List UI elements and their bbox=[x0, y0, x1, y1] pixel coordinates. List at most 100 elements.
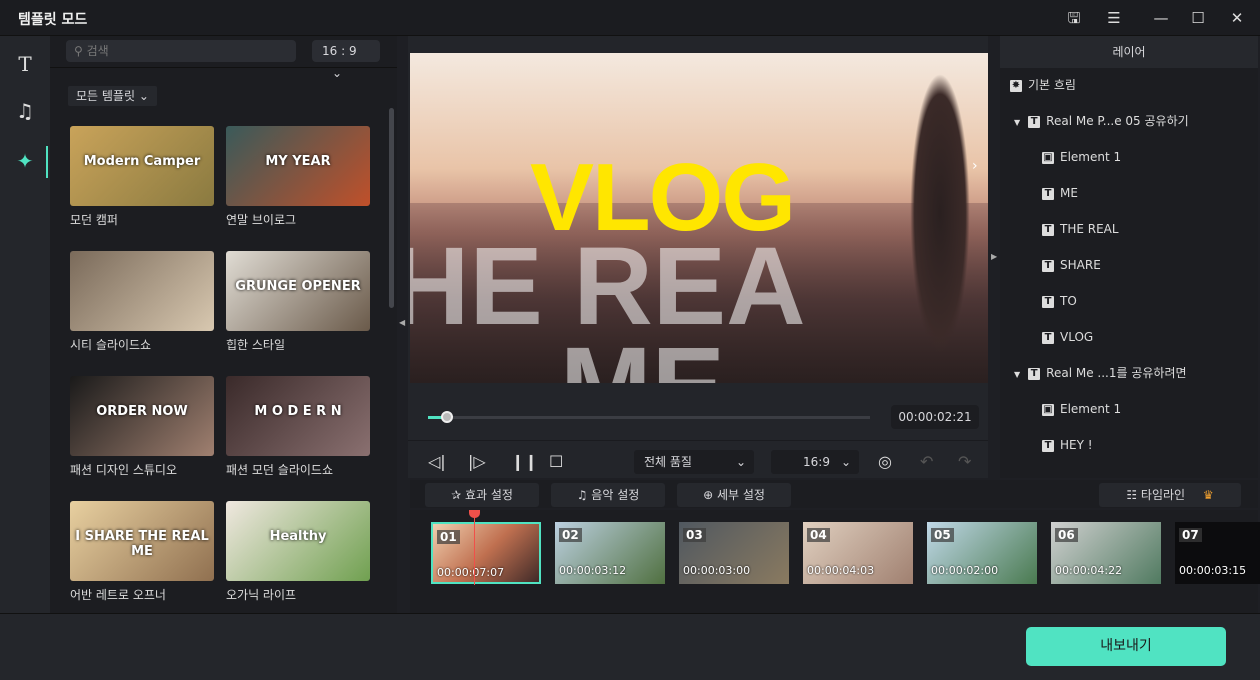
preview-panel: VLOG HE REA ME › 00:00:02:21 ◁| |▷ ❙❙ ☐ … bbox=[408, 36, 988, 478]
clip-thumbnail[interactable]: 07 00:00:03:15 bbox=[1175, 522, 1260, 584]
pause-icon[interactable]: ❙❙ bbox=[511, 452, 538, 471]
list-icon[interactable]: ☰ bbox=[1103, 8, 1125, 28]
detail-settings-button[interactable]: ⊕ 세부 설정 bbox=[677, 483, 791, 507]
redo-icon[interactable]: ↷ bbox=[958, 452, 971, 471]
layer-item[interactable]: ✸ 기본 흐림 bbox=[1010, 75, 1076, 95]
template-label: 오가닉 라이프 bbox=[226, 588, 297, 602]
search-input[interactable]: ⚲ 검색 bbox=[66, 40, 296, 62]
text-layer-icon: T bbox=[1028, 115, 1041, 128]
playhead-handle[interactable] bbox=[469, 510, 480, 518]
active-indicator bbox=[46, 146, 48, 178]
video-preview[interactable]: VLOG HE REA ME › bbox=[410, 53, 988, 383]
clip-thumbnail[interactable]: 03 00:00:03:00 bbox=[679, 522, 789, 584]
music-icon: ♫ bbox=[576, 488, 592, 502]
template-label: 어반 레트로 오프너 bbox=[70, 588, 166, 602]
undo-icon[interactable]: ↶ bbox=[920, 452, 933, 471]
template-card[interactable] bbox=[70, 251, 214, 331]
quality-dropdown[interactable]: 전체 품질 ⌄ bbox=[634, 450, 754, 474]
stop-icon[interactable]: ☐ bbox=[549, 452, 563, 471]
playhead[interactable] bbox=[474, 510, 475, 585]
settings-toolbar: ✰ 효과 설정 ♫ 음악 설정 ⊕ 세부 설정 ☷ 타임라인 ♛ bbox=[410, 480, 1258, 508]
title-bar: 템플릿 모드 🖫 ☰ — ☐ ✕ bbox=[0, 0, 1260, 36]
layer-item[interactable]: ▼ T Real Me P...e 05 공유하기 bbox=[1014, 111, 1189, 131]
template-card[interactable]: MY YEAR bbox=[226, 126, 370, 206]
template-label: 모던 캠퍼 bbox=[70, 213, 118, 227]
ratio-dropdown[interactable]: 16 : 9 ⌄ bbox=[312, 40, 380, 80]
divider bbox=[408, 440, 988, 441]
runner-figure bbox=[910, 73, 970, 353]
aspect-dropdown[interactable]: 16:9 ⌄ bbox=[771, 450, 859, 474]
collapse-right-icon[interactable]: ▶ bbox=[991, 252, 997, 261]
template-label: 패션 디자인 스튜디오 bbox=[70, 463, 177, 477]
export-button[interactable]: 내보내기 bbox=[1026, 627, 1226, 666]
template-card[interactable]: Healthy bbox=[226, 501, 370, 581]
text-layer-icon: T bbox=[1042, 439, 1054, 452]
text-layer-icon: T bbox=[1028, 367, 1041, 380]
template-card[interactable]: GRUNGE OPENER bbox=[226, 251, 370, 331]
expand-arrow-icon[interactable]: ▼ bbox=[1014, 370, 1020, 379]
layer-item[interactable]: T TO bbox=[1042, 291, 1077, 311]
clip-thumbnail[interactable]: 02 00:00:03:12 bbox=[555, 522, 665, 584]
ghost-text-line2: ME bbox=[560, 323, 725, 383]
template-card[interactable]: M O D E R N bbox=[226, 376, 370, 456]
clip-thumbnail[interactable]: 04 00:00:04:03 bbox=[803, 522, 913, 584]
chevron-down-icon: ⌄ bbox=[332, 66, 343, 80]
template-thumb-text: M O D E R N bbox=[254, 404, 342, 419]
timeline-button[interactable]: ☷ 타임라인 ♛ bbox=[1099, 483, 1241, 507]
close-icon[interactable]: ✕ bbox=[1226, 8, 1248, 28]
clip-strip: 01 00:00:07:07 02 00:00:03:12 03 00:00:03:00 0… bbox=[410, 510, 1260, 613]
search-icon: ⚲ bbox=[74, 44, 87, 58]
template-thumb-text: Healthy bbox=[269, 529, 327, 544]
clip-duration: 00:00:07:07 bbox=[437, 566, 505, 579]
progress-slider[interactable] bbox=[428, 411, 870, 423]
effect-layer-icon: ✸ bbox=[1010, 79, 1022, 92]
music-settings-button[interactable]: ♫ 음악 설정 bbox=[551, 483, 665, 507]
clip-thumbnail[interactable]: 06 00:00:04:22 bbox=[1051, 522, 1161, 584]
minimize-icon[interactable]: — bbox=[1150, 8, 1172, 28]
collapse-left-icon[interactable]: ◀ bbox=[399, 318, 405, 327]
template-label: 패션 모던 슬라이드쇼 bbox=[226, 463, 333, 477]
layer-item[interactable]: T SHARE bbox=[1042, 255, 1101, 275]
scrollbar[interactable] bbox=[389, 108, 394, 308]
clip-duration: 00:00:04:22 bbox=[1055, 564, 1123, 577]
clip-duration: 00:00:02:00 bbox=[931, 564, 999, 577]
prev-frame-icon[interactable]: ◁| bbox=[428, 452, 446, 471]
chevron-down-icon: ⌄ bbox=[138, 89, 149, 103]
divider bbox=[50, 67, 397, 68]
layer-item[interactable]: T HEY ! bbox=[1042, 435, 1093, 455]
template-card[interactable]: Modern Camper bbox=[70, 126, 214, 206]
template-icon[interactable]: ✦ bbox=[10, 146, 40, 176]
layer-item[interactable]: ▣ Element 1 bbox=[1042, 147, 1121, 167]
next-frame-icon[interactable]: |▷ bbox=[468, 452, 486, 471]
text-layer-icon: T bbox=[1042, 187, 1054, 200]
music-icon[interactable]: ♫ bbox=[10, 96, 40, 126]
clip-number: 07 bbox=[1179, 528, 1202, 542]
progress-knob[interactable] bbox=[441, 411, 454, 423]
effects-settings-button[interactable]: ✰ 효과 설정 bbox=[425, 483, 539, 507]
effects-icon: ✰ bbox=[451, 488, 465, 502]
text-icon[interactable]: T bbox=[10, 49, 40, 79]
text-layer-icon: T bbox=[1042, 223, 1054, 236]
template-thumb-text: Modern Camper bbox=[83, 154, 201, 169]
template-card[interactable]: ORDER NOW bbox=[70, 376, 214, 456]
expand-arrow-icon[interactable]: ▼ bbox=[1014, 118, 1020, 127]
layer-item[interactable]: T THE REAL bbox=[1042, 219, 1119, 239]
clip-number: 01 bbox=[437, 530, 460, 544]
clip-thumbnail[interactable]: 01 00:00:07:07 bbox=[431, 522, 541, 584]
layer-item[interactable]: ▣ Element 1 bbox=[1042, 399, 1121, 419]
template-label: 연말 브이로그 bbox=[226, 213, 297, 227]
template-filter-dropdown[interactable]: 모든 템플릿 ⌄ bbox=[68, 86, 157, 106]
render-preview-icon[interactable]: ◎ bbox=[878, 452, 892, 471]
maximize-icon[interactable]: ☐ bbox=[1187, 8, 1209, 28]
window-title: 템플릿 모드 bbox=[18, 12, 88, 28]
layer-item[interactable]: T ME bbox=[1042, 183, 1078, 203]
layer-item[interactable]: ▼ T Real Me ...1를 공유하려면 bbox=[1014, 363, 1187, 383]
layers-panel: 레이어 ✸ 기본 흐림 ▼ T Real Me P...e 05 공유하기 ▣ Elemen… bbox=[1000, 36, 1258, 478]
save-icon[interactable]: 🖫 bbox=[1063, 8, 1085, 28]
template-card[interactable]: I SHARE THE REAL ME bbox=[70, 501, 214, 581]
template-panel: ⚲ 검색 16 : 9 ⌄ 모든 템플릿 ⌄ Modern Camper 모던 캠… bbox=[50, 36, 397, 613]
clip-thumbnail[interactable]: 05 00:00:02:00 bbox=[927, 522, 1037, 584]
layer-item[interactable]: T VLOG bbox=[1042, 327, 1093, 347]
template-thumb-text: MY YEAR bbox=[265, 154, 331, 169]
chevron-right-icon[interactable]: › bbox=[972, 158, 978, 174]
